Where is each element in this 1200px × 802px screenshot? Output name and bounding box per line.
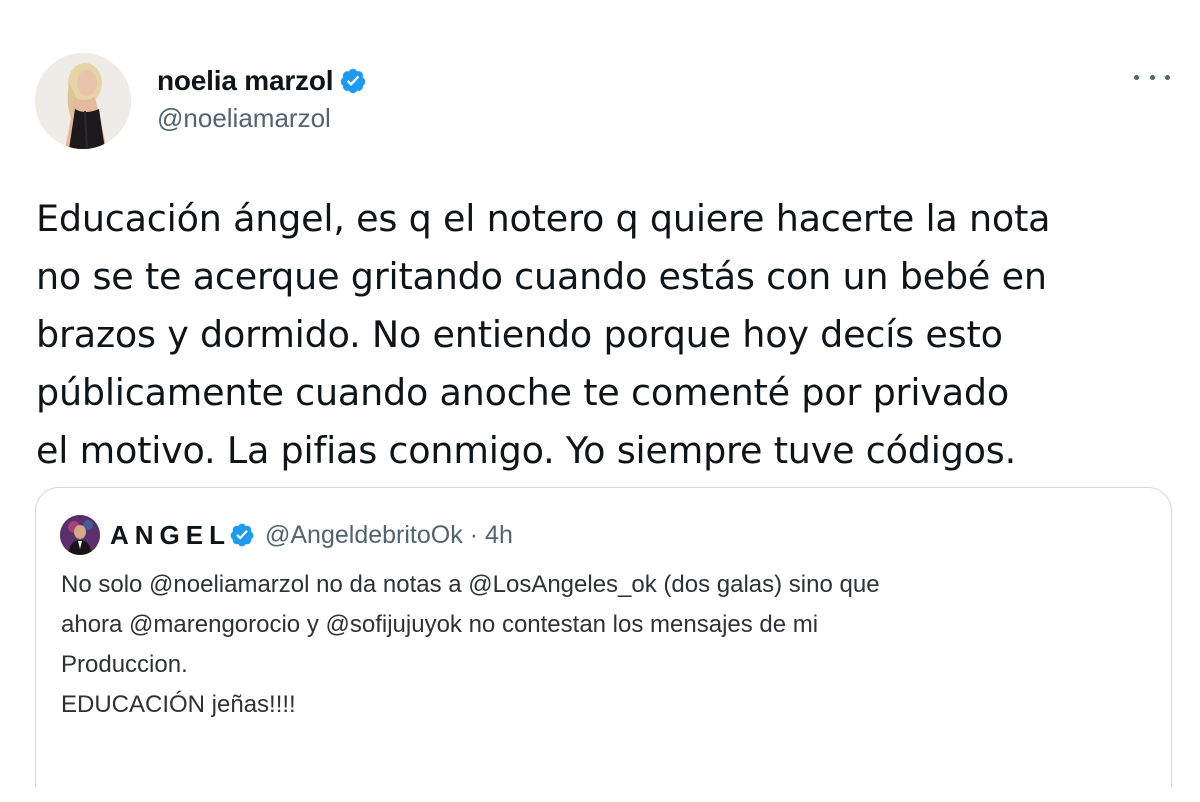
quoted-tweet-text: No solo @noeliamarzol no da notas a @Los… — [61, 571, 880, 718]
author-name-row: noelia marzol — [157, 62, 367, 100]
quoted-tweet-time[interactable]: 4h — [485, 521, 513, 550]
quoted-tweet[interactable]: ANGEL @AngeldebritoOk · 4h No solo @noel… — [35, 487, 1172, 787]
quoted-author-handle[interactable]: @AngeldebritoOk — [265, 521, 463, 550]
more-horizontal-icon[interactable] — [1134, 65, 1170, 89]
quoted-author-avatar-image — [60, 515, 100, 555]
verified-badge-icon — [229, 522, 255, 548]
quoted-author-avatar[interactable] — [60, 515, 100, 555]
author-name[interactable]: noelia marzol — [157, 65, 334, 97]
author-avatar[interactable] — [35, 53, 131, 149]
author-avatar-image — [35, 53, 131, 149]
tweet-text: Educación ángel, es q el notero q quiere… — [36, 197, 1051, 472]
quoted-author-name[interactable]: ANGEL — [110, 520, 231, 551]
verified-badge-icon — [339, 67, 367, 95]
tweet-card: noelia marzol @noeliamarzol Educación án… — [0, 0, 1200, 802]
quoted-tweet-header: ANGEL @AngeldebritoOk · 4h — [60, 515, 513, 555]
author-handle[interactable]: @noeliamarzol — [157, 103, 331, 134]
meta-separator: · — [469, 520, 479, 549]
